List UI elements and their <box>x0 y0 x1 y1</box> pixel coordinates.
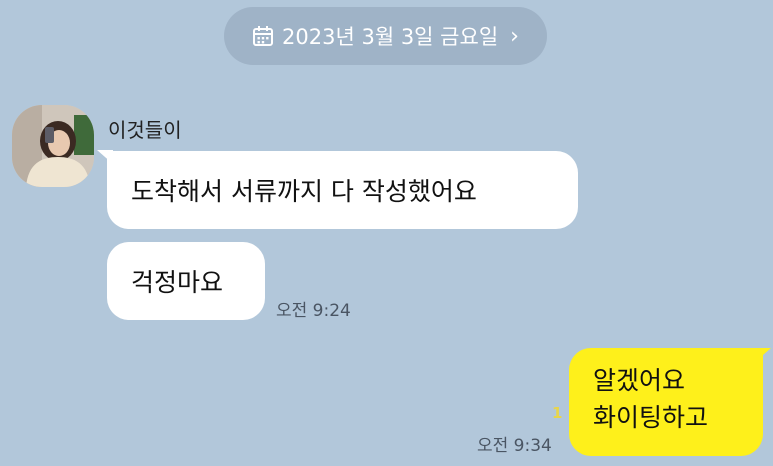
message-text-line: 화이팅하고 <box>593 403 709 432</box>
avatar[interactable] <box>12 105 94 187</box>
calendar-icon <box>253 26 274 46</box>
message-text-line: 알겠어요 <box>593 366 686 395</box>
outgoing-message-bubble[interactable]: 알겠어요 화이팅하고 <box>569 348 763 456</box>
date-header-text: 2023년 3월 3일 금요일 <box>282 25 499 49</box>
date-header-button[interactable]: 2023년 3월 3일 금요일 › <box>224 7 547 65</box>
message-text: 도착해서 서류까지 다 작성했어요 <box>131 177 477 206</box>
incoming-message-bubble[interactable]: 도착해서 서류까지 다 작성했어요 <box>107 151 578 229</box>
chevron-right-icon: › <box>510 23 519 49</box>
message-text: 걱정마요 <box>131 268 224 297</box>
message-timestamp: 오전 9:34 <box>477 436 552 456</box>
profile-photo <box>12 105 94 187</box>
unread-count-badge: 1 <box>552 404 563 422</box>
incoming-message-bubble[interactable]: 걱정마요 <box>107 242 265 320</box>
message-timestamp: 오전 9:24 <box>276 301 351 321</box>
sender-name: 이것들이 <box>108 118 182 142</box>
